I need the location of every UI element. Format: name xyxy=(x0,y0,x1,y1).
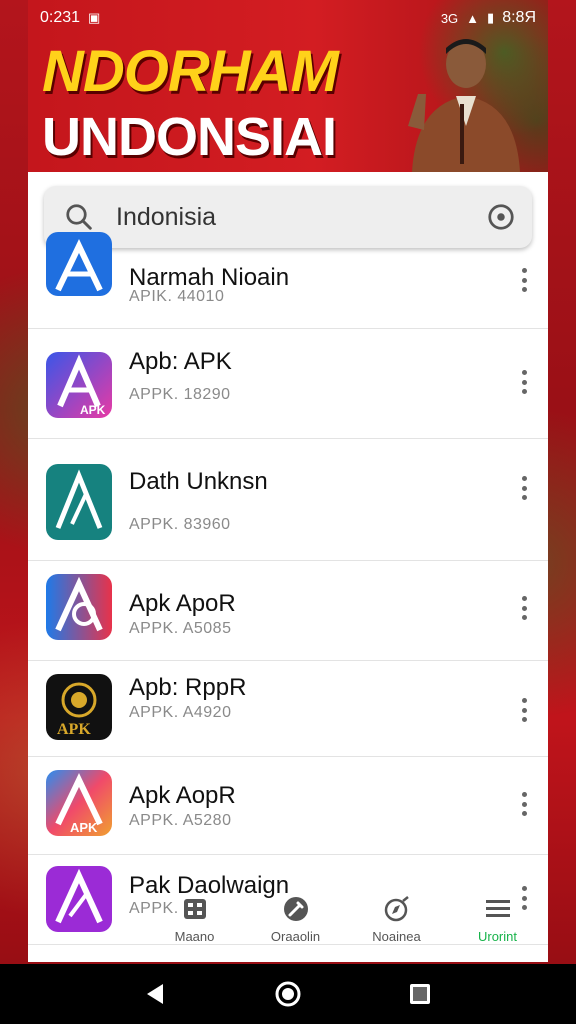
more-options-icon[interactable] xyxy=(520,268,528,292)
status-time: 0:231 xyxy=(40,9,81,26)
home-icon[interactable] xyxy=(273,979,303,1009)
nav-label: Oraaolin xyxy=(270,929,321,944)
list-item[interactable]: Apk ApoR APPK. A5085 xyxy=(28,560,548,661)
banner-title-secondary: UNDONSIAI xyxy=(42,107,337,167)
app-list-panel: Narmah Nioain APIK. 44010 APK Apb: APK A… xyxy=(28,172,548,962)
nav-label: Maano xyxy=(174,929,215,944)
back-icon[interactable] xyxy=(141,979,171,1009)
more-options-icon[interactable] xyxy=(520,370,528,394)
menu-icon xyxy=(485,900,510,917)
nav-item-home[interactable]: Maano xyxy=(145,893,245,944)
gold-seal-icon: APK xyxy=(46,674,112,740)
system-navigation-bar xyxy=(0,964,576,1024)
network-type: 3G xyxy=(440,10,459,26)
search-bar[interactable] xyxy=(44,186,532,248)
app-meta: APPK. A5280 xyxy=(129,812,232,829)
search-input[interactable] xyxy=(114,201,478,233)
svg-text:APK: APK xyxy=(70,820,98,835)
voice-search-icon[interactable] xyxy=(486,202,516,232)
banner-title-primary: NDORHAM xyxy=(42,39,339,104)
app-blue-icon xyxy=(46,232,112,296)
app-name: Apk ApoR xyxy=(129,590,236,617)
recents-icon[interactable] xyxy=(405,979,435,1009)
list-item[interactable]: Dath Unknsn APPK. 83960 xyxy=(28,438,548,561)
red-blue-a-icon xyxy=(46,574,112,640)
app-meta: APPK. 83960 xyxy=(129,516,231,533)
more-options-icon[interactable] xyxy=(520,698,528,722)
app-name: Apb: RppR xyxy=(129,674,247,701)
nav-item-tools[interactable]: Oraaolin xyxy=(246,893,346,944)
gradient-a-icon: APK xyxy=(46,770,112,836)
status-bar: 0:231 ▣ 3G ▲ ▮ 8:8Я xyxy=(0,0,576,36)
list-item[interactable]: APK Apk AopR APPK. A5280 xyxy=(28,756,548,855)
more-options-icon[interactable] xyxy=(520,596,528,620)
bottom-navigation: Maano Oraaolin Noainea Urorint xyxy=(144,893,548,963)
compass-icon xyxy=(384,896,409,922)
app-meta: APPK. 18290 xyxy=(129,386,231,403)
wrench-icon xyxy=(283,897,308,921)
grid-icon xyxy=(183,899,206,919)
nav-item-explore[interactable]: Noainea xyxy=(347,893,447,944)
svg-text:APK: APK xyxy=(57,721,91,738)
list-item[interactable]: APK Apb: RppR APPK. A4920 xyxy=(28,660,548,757)
app-meta: APPK. A4920 xyxy=(129,704,232,721)
app-name: Apk AopR xyxy=(129,782,236,809)
more-options-icon[interactable] xyxy=(520,476,528,500)
nav-label: Noainea xyxy=(372,929,421,944)
app-name: Apb: APK xyxy=(129,348,232,375)
notification-icon: ▣ xyxy=(88,10,101,25)
nav-item-menu[interactable]: Urorint xyxy=(448,893,548,944)
nav-label: Urorint xyxy=(477,929,517,944)
teal-a-icon xyxy=(46,464,112,540)
apk-pink-icon: APK xyxy=(46,352,112,418)
list-item[interactable]: APK Apb: APK APPK. 18290 xyxy=(28,328,548,439)
search-icon[interactable] xyxy=(64,202,94,232)
list-item[interactable]: Narmah Nioain APIK. 44010 xyxy=(28,232,548,329)
more-options-icon[interactable] xyxy=(520,792,528,816)
presenter-image xyxy=(408,39,520,172)
purple-a-icon xyxy=(46,866,112,932)
app-meta: APIK. 44010 xyxy=(129,288,225,305)
signal-icon: ▲ xyxy=(466,10,480,26)
app-name: Dath Unknsn xyxy=(129,468,268,495)
app-meta: APPK. A5085 xyxy=(129,620,232,637)
battery-icon: ▮ xyxy=(487,10,495,25)
svg-text:APK: APK xyxy=(80,403,106,417)
status-battery: 8:8Я xyxy=(502,9,536,26)
